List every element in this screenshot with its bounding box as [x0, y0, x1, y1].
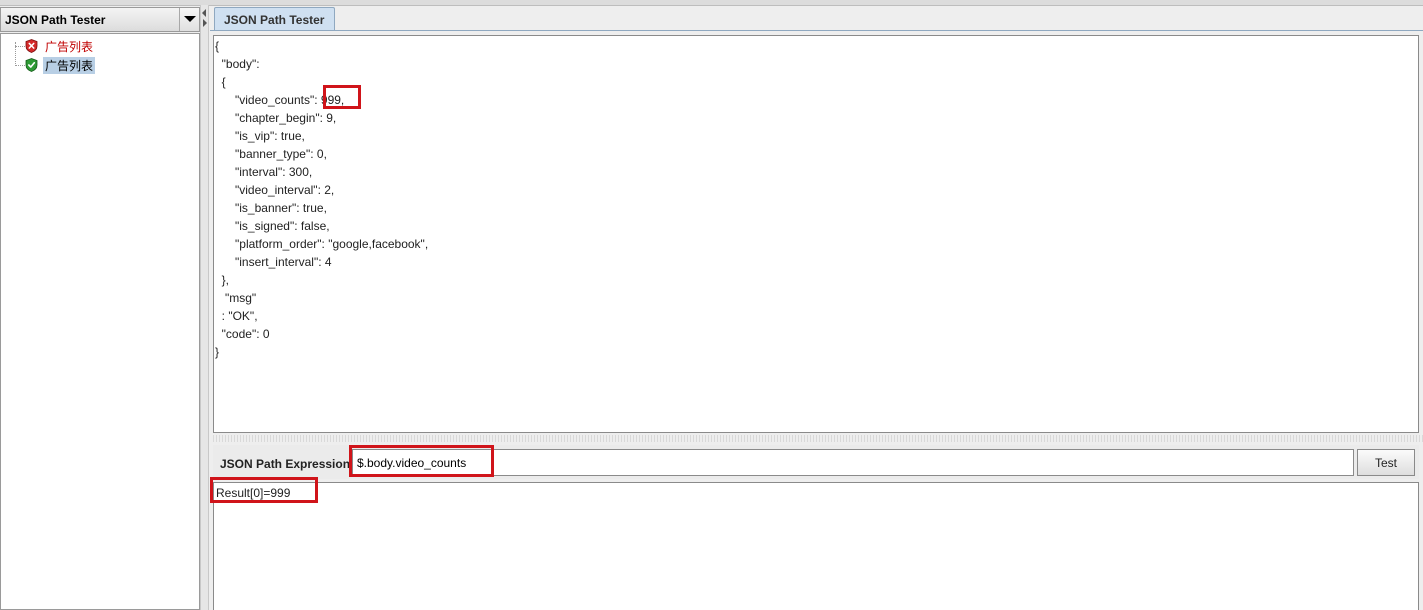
json-line: "interval": 300,	[215, 165, 313, 179]
tree-item-label: 广告列表	[43, 57, 96, 74]
results-tree: 广告列表 广告列表	[0, 33, 200, 610]
tab-divider	[210, 30, 1423, 31]
window-top-strip	[0, 0, 1423, 6]
tree-item-label: 广告列表	[45, 40, 94, 54]
json-line: "chapter_begin": 9,	[215, 111, 337, 125]
chevron-down-icon	[184, 16, 196, 22]
tab-label: JSON Path Tester	[224, 13, 325, 27]
tree-header-title: JSON Path Tester	[5, 13, 106, 27]
result-textarea[interactable]: Result[0]=999	[213, 482, 1419, 610]
json-line: "video_counts": 999,	[215, 93, 345, 107]
green-shield-check-icon	[25, 58, 38, 72]
json-line: "is_banner": true,	[215, 201, 327, 215]
test-button[interactable]: Test	[1357, 449, 1415, 476]
expression-row: JSON Path Expression Test	[213, 445, 1419, 479]
json-line: "video_interval": 2,	[215, 183, 335, 197]
json-line: "body":	[215, 57, 260, 71]
result-text: Result[0]=999	[216, 486, 291, 500]
json-line: "msg"	[215, 291, 257, 305]
json-line: "banner_type": 0,	[215, 147, 327, 161]
json-line: : "OK",	[215, 309, 258, 323]
tree-dropdown-button[interactable]	[179, 8, 199, 31]
json-path-expression-input[interactable]	[352, 449, 1354, 476]
json-line: {	[215, 75, 226, 89]
vertical-splitter[interactable]	[200, 5, 209, 610]
json-line: {	[215, 39, 220, 53]
tab-json-path-tester[interactable]: JSON Path Tester	[214, 7, 335, 31]
json-line: "is_signed": false,	[215, 219, 330, 233]
expand-right-icon[interactable]	[203, 19, 207, 27]
json-line: "insert_interval": 4	[215, 255, 332, 269]
json-line: },	[215, 273, 230, 287]
expression-label: JSON Path Expression	[220, 457, 351, 471]
horizontal-splitter[interactable]	[213, 435, 1423, 442]
json-line: "platform_order": "google,facebook",	[215, 237, 429, 251]
collapse-left-icon[interactable]	[202, 9, 206, 17]
tree-header: JSON Path Tester	[0, 7, 200, 32]
json-line: "code": 0	[215, 327, 270, 341]
red-shield-x-icon	[25, 39, 38, 53]
json-response-textarea[interactable]: { "body": { "video_counts": 999, "chapte…	[213, 35, 1419, 433]
json-line: }	[215, 345, 220, 359]
json-line: "is_vip": true,	[215, 129, 305, 143]
